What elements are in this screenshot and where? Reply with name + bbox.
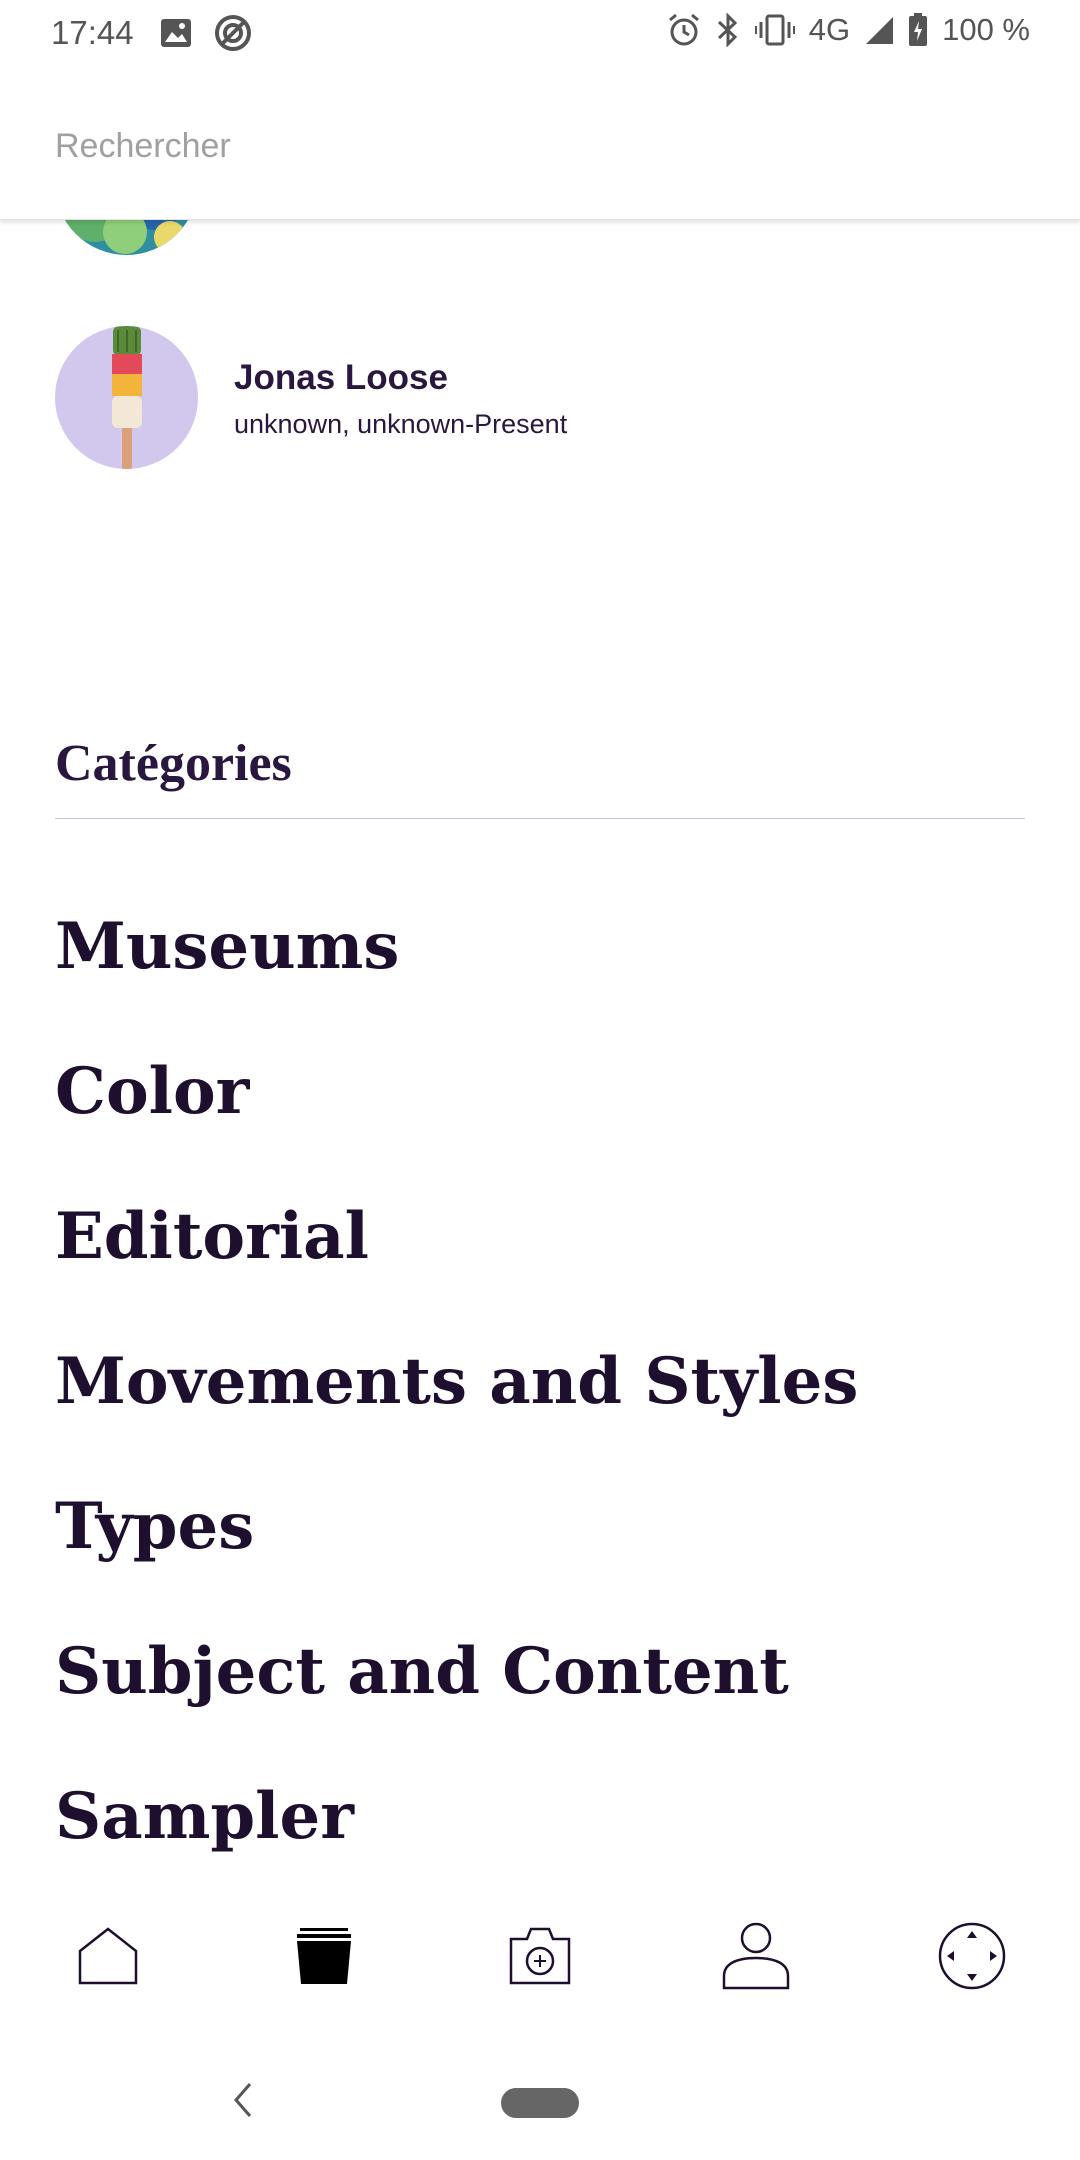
system-nav-bar <box>0 2040 1080 2160</box>
category-sampler[interactable]: Sampler <box>55 1785 354 1849</box>
category-color[interactable]: Color <box>55 1060 249 1124</box>
avatar <box>55 326 198 469</box>
nav-explore[interactable] <box>932 1918 1012 1998</box>
search-input[interactable] <box>55 121 1015 171</box>
category-museums[interactable]: Museums <box>55 915 399 979</box>
image-icon <box>160 18 192 48</box>
camera-icon <box>507 1925 573 1992</box>
status-bar: 17:44 4G 100 % <box>0 0 1080 66</box>
category-types[interactable]: Types <box>55 1495 254 1559</box>
nav-profile[interactable] <box>716 1918 796 1998</box>
profile-icon <box>721 1922 791 1995</box>
category-movements-and-styles[interactable]: Movements and Styles <box>55 1350 858 1414</box>
signal-icon <box>864 15 894 45</box>
explore-icon <box>938 1922 1006 1995</box>
back-chevron-icon <box>222 2083 262 2128</box>
collections-icon <box>294 1926 354 1991</box>
home-pill[interactable] <box>501 2088 579 2118</box>
search-header <box>0 66 1080 220</box>
network-type: 4G <box>808 12 851 47</box>
nav-camera[interactable] <box>500 1918 580 1998</box>
vibrate-icon <box>754 14 795 46</box>
status-time: 17:44 <box>51 14 134 51</box>
status-right-icons: 4G 100 % <box>667 12 1030 48</box>
section-divider <box>55 818 1025 819</box>
category-subject-and-content[interactable]: Subject and Content <box>55 1640 789 1704</box>
home-icon <box>77 1926 139 1990</box>
nav-home[interactable] <box>68 1918 148 1998</box>
bluetooth-icon <box>715 13 741 47</box>
bottom-nav <box>0 1880 1080 2040</box>
alarm-icon <box>667 13 701 47</box>
artist-dates: unknown, unknown-Present <box>234 409 568 439</box>
nav-collections[interactable] <box>284 1918 364 1998</box>
artist-row[interactable]: Jonas Loose unknown, unknown-Present <box>55 326 1025 470</box>
categories-title: Catégories <box>55 735 292 792</box>
status-left-icons <box>160 14 252 52</box>
battery-level: 100 % <box>942 12 1030 47</box>
category-editorial[interactable]: Editorial <box>55 1205 369 1269</box>
artist-name: Jonas Loose <box>234 358 448 397</box>
battery-icon <box>908 13 928 47</box>
sync-icon <box>214 14 252 52</box>
back-button[interactable] <box>222 2076 262 2124</box>
